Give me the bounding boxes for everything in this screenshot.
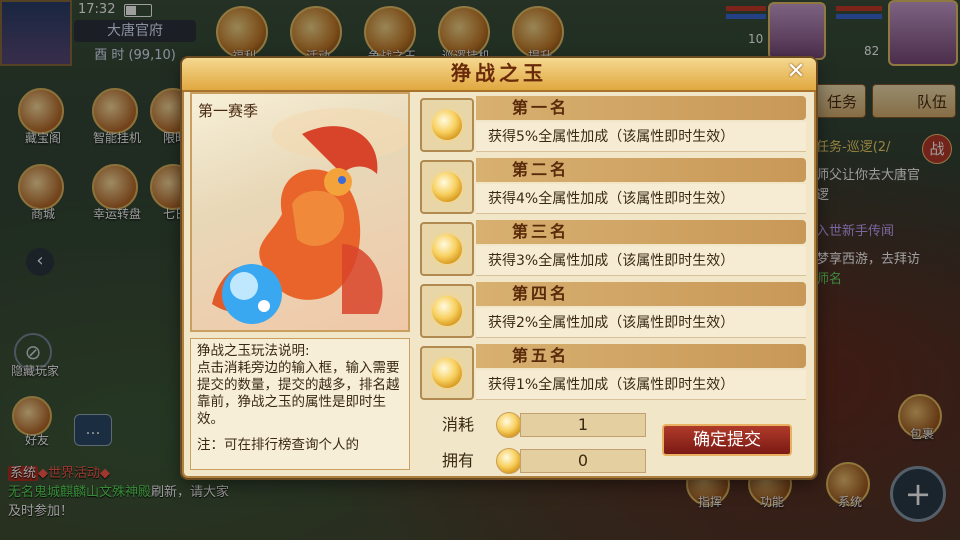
rank-reward: 获得2%全属性加成（该属性即时生效） [476, 308, 806, 338]
rank-name: 第一名 [512, 98, 570, 117]
rank-row: 第一名 获得5%全属性加成（该属性即时生效） [418, 96, 808, 154]
dialog-titlebar: 狰战之玉 ✕ [182, 58, 816, 92]
rank-reward: 获得1%全属性加成（该属性即时生效） [476, 370, 806, 400]
beast-illustration [212, 108, 408, 324]
jade-owned-icon [496, 448, 522, 474]
dialog-left-column: 第一赛季 狰战之玉玩法说明: 点击消耗旁边的输入框，输入需要提交的数量，提交的越… [188, 90, 412, 474]
cost-input[interactable]: 1 [520, 413, 646, 437]
rank-name: 第四名 [512, 284, 570, 303]
owned-row: 拥有 0 [418, 446, 648, 476]
rules-description: 狰战之玉玩法说明: 点击消耗旁边的输入框，输入需要提交的数量，提交的越多，排名越… [190, 338, 410, 470]
submit-button[interactable]: 确定提交 [662, 424, 792, 456]
rules-body: 点击消耗旁边的输入框，输入需要提交的数量，提交的越多，排名越靠前，狰战之玉的属性… [197, 360, 400, 427]
jade-icon [420, 160, 474, 214]
rank-reward: 获得5%全属性加成（该属性即时生效） [476, 122, 806, 152]
rank-reward: 获得4%全属性加成（该属性即时生效） [476, 184, 806, 214]
jade-dialog: 狰战之玉 ✕ 第一赛季 狰战之玉玩法说明: 点击消耗旁边的输入框，输入需要提交的… [182, 58, 816, 478]
cost-row: 消耗 1 [418, 410, 648, 440]
jade-icon [420, 222, 474, 276]
season-label: 第一赛季 [198, 102, 259, 120]
rank-row: 第五名 获得1%全属性加成（该属性即时生效） [418, 344, 808, 402]
close-icon[interactable]: ✕ [782, 58, 810, 86]
rank-row: 第二名 获得4%全属性加成（该属性即时生效） [418, 158, 808, 216]
season-banner: 第一赛季 [190, 92, 410, 332]
jade-icon [420, 284, 474, 338]
cost-label: 消耗 [442, 415, 475, 434]
rank-row: 第四名 获得2%全属性加成（该属性即时生效） [418, 282, 808, 340]
rules-title: 狰战之玉玩法说明: [197, 343, 310, 359]
rank-row: 第三名 获得3%全属性加成（该属性即时生效） [418, 220, 808, 278]
jade-icon [420, 346, 474, 400]
rank-name: 第五名 [512, 346, 570, 365]
jade-cost-icon [496, 412, 522, 438]
jade-icon [420, 98, 474, 152]
rank-name: 第二名 [512, 160, 570, 179]
owned-value: 0 [520, 449, 646, 473]
dialog-title: 狰战之玉 [451, 61, 547, 85]
owned-label: 拥有 [442, 451, 475, 470]
rank-name: 第三名 [512, 222, 570, 241]
rank-reward: 获得3%全属性加成（该属性即时生效） [476, 246, 806, 276]
rules-note: 注：可在排行榜查询个人的 [197, 437, 359, 453]
